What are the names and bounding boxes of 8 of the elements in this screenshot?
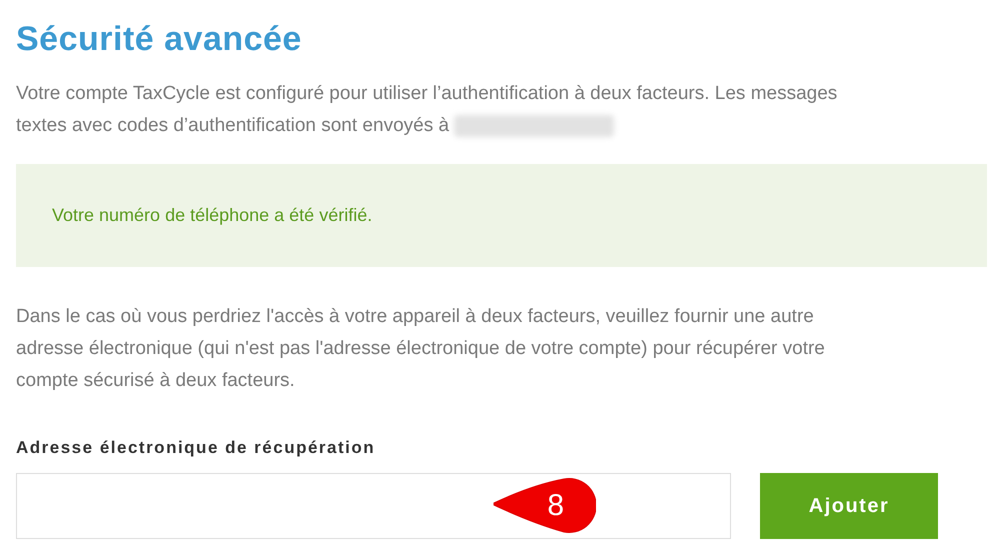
description-text: Dans le cas où vous perdriez l'accès à votre appareil à deux facteurs, veuillez fournir une autre adresse électronique (qui n'est pas l'adresse électronique de votre compte) pour récupérer votre compte sécurisé à deux facteurs. — [16, 305, 826, 393]
page-title: Sécurité avancée — [16, 19, 303, 60]
recovery-email-field[interactable] — [16, 472, 731, 538]
intro-text: Votre compte TaxCycle est configuré pour utiliser l’authentification à deux facteurs. Les messages textes avec codes d’authentification sont envoyés à — [16, 82, 838, 139]
alert-text: Votre numéro de téléphone a été vérifié. — [52, 204, 372, 227]
add-button[interactable]: Ajouter — [760, 472, 938, 538]
field-label: Adresse électronique de récupération — [16, 437, 376, 459]
step-marker: 8 — [492, 476, 596, 534]
